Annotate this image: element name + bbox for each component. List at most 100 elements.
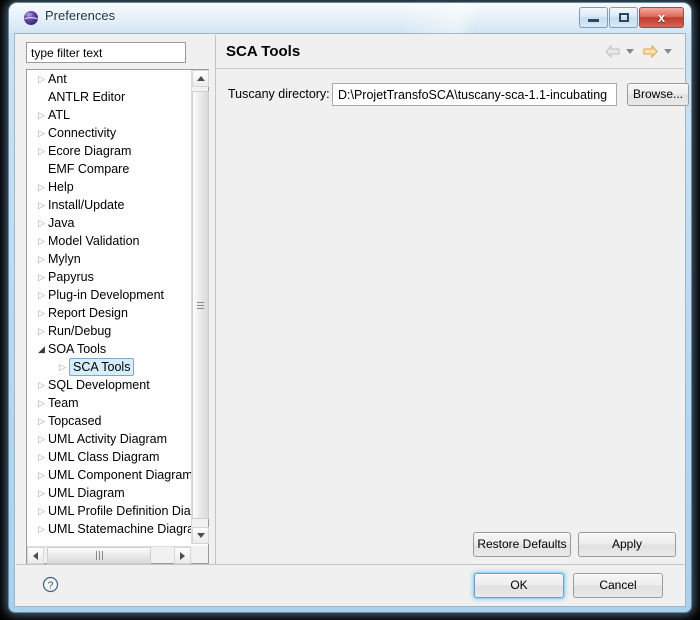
page-title: SCA Tools [226, 43, 301, 60]
tuscany-directory-label: Tuscany directory: [228, 87, 330, 101]
tree-item-label: SCA Tools [69, 358, 135, 376]
tree-item[interactable]: ▷UML Profile Definition Diagram [27, 502, 191, 520]
tree-item-label: UML Activity Diagram [48, 432, 168, 446]
tree-item[interactable]: ▷ Install/Update [27, 196, 191, 214]
close-button[interactable]: x [639, 7, 684, 28]
tuscany-directory-input[interactable] [332, 83, 617, 106]
tree-item-label: SOA Tools [48, 342, 107, 356]
forward-arrow-icon[interactable] [643, 44, 658, 59]
apply-button[interactable]: Apply [578, 532, 676, 557]
minimize-button[interactable] [579, 7, 608, 28]
chevron-right-icon[interactable]: ▷ [35, 304, 48, 322]
chevron-right-icon[interactable]: ▷ [35, 106, 48, 124]
tree-item[interactable]: ▷ Mylyn [27, 250, 191, 268]
tree-item[interactable]: ▷ SCA Tools [27, 358, 191, 376]
tree-item-label: Plug-in Development [48, 288, 165, 302]
chevron-right-icon[interactable]: ▷ [35, 484, 48, 502]
back-dropdown-caret-icon[interactable] [626, 49, 634, 54]
chevron-right-icon[interactable]: ▷ [35, 268, 48, 286]
chevron-right-icon[interactable]: ▷ [35, 466, 48, 484]
tree-item[interactable]: ANTLR Editor [27, 88, 191, 106]
chevron-right-icon[interactable]: ▷ [35, 430, 48, 448]
chevron-right-icon[interactable]: ▷ [35, 376, 48, 394]
tree-item[interactable]: ▷ Ecore Diagram [27, 142, 191, 160]
scrollbar-corner [191, 546, 208, 563]
tree-item[interactable]: ▷ Run/Debug [27, 322, 191, 340]
tree-horizontal-scrollbar[interactable] [27, 546, 191, 564]
tree-item[interactable]: ▷ Ant [27, 70, 191, 88]
scroll-left-button[interactable] [27, 547, 44, 564]
svg-text:?: ? [48, 580, 54, 591]
chevron-right-icon[interactable]: ▷ [35, 412, 48, 430]
tree-item[interactable]: ▷ Papyrus [27, 268, 191, 286]
page-header: SCA Tools [216, 35, 684, 69]
grip-icon [95, 551, 103, 560]
chevron-right-icon[interactable]: ▷ [35, 178, 48, 196]
restore-defaults-button[interactable]: Restore Defaults [473, 532, 571, 557]
dialog-client-area: ▷AntANTLR Editor▷ATL▷Connectivity▷Ecore … [14, 33, 689, 607]
tree-item-label: Team [48, 396, 79, 410]
preferences-tree-panel: ▷ Ant ANTLR Editor ▷ ATL ▷ Connectivity ▷ Ecore … [26, 69, 209, 564]
tree-item[interactable]: ▷ Plug-in Development [27, 286, 191, 304]
chevron-right-icon[interactable]: ▷ [35, 250, 48, 268]
maximize-button[interactable] [609, 7, 638, 28]
scroll-right-button[interactable] [174, 547, 191, 564]
tree-item-label: Help [48, 180, 74, 194]
tree-item[interactable]: ▷ Topcased [27, 412, 191, 430]
tree-item[interactable]: ▷ UML Activity Diagram [27, 430, 191, 448]
ok-button[interactable]: OK [474, 573, 564, 598]
back-arrow-icon[interactable] [605, 44, 620, 59]
chevron-right-icon[interactable]: ▷ [35, 394, 48, 412]
chevron-right-icon[interactable]: ▷ [56, 358, 69, 376]
chevron-right-icon[interactable]: ▷ [35, 322, 48, 340]
chevron-right-icon[interactable]: ▷ [35, 520, 48, 538]
chevron-right-icon[interactable]: ▷ [35, 232, 48, 250]
tree-item[interactable]: ▷ SQL Development [27, 376, 191, 394]
tree-item[interactable]: ▷ UML Component Diagram [27, 466, 191, 484]
tree-item[interactable]: ▷ Java [27, 214, 191, 232]
chevron-right-icon[interactable]: ▷ [35, 70, 48, 88]
scroll-up-button[interactable] [192, 70, 209, 87]
tree-item[interactable]: ▷ UML Class Diagram [27, 448, 191, 466]
cancel-button[interactable]: Cancel [573, 573, 663, 598]
tree-item[interactable]: ▷ Connectivity [27, 124, 191, 142]
tree-item[interactable]: ◢ SOA Tools [27, 340, 191, 358]
chevron-right-icon[interactable]: ▷ [35, 448, 48, 466]
vertical-scroll-thumb[interactable] [192, 91, 209, 519]
tree-item-label: Papyrus [48, 270, 94, 284]
tree-vertical-scrollbar[interactable] [191, 70, 209, 544]
chevron-right-icon[interactable]: ▷ [35, 214, 48, 232]
tree-item-label: Connectivity [48, 126, 117, 140]
tree-item[interactable]: ▷ ATL [27, 106, 191, 124]
scroll-down-button[interactable] [192, 527, 209, 544]
chevron-right-icon[interactable]: ▷ [35, 196, 48, 214]
browse-button[interactable]: Browse... [627, 83, 689, 106]
tree-item-label: UML Profile Definition Diagram [48, 504, 191, 518]
chevron-right-icon[interactable]: ▷ [35, 286, 48, 304]
page-navigation [605, 44, 676, 59]
chevron-right-icon[interactable]: ▷ [35, 502, 48, 520]
title-bar[interactable]: Preferences x [9, 3, 691, 33]
chevron-right-icon[interactable]: ▷ [35, 142, 48, 160]
tree-item[interactable]: ▷ Model Validation [27, 232, 191, 250]
preferences-tree[interactable]: ▷ Ant ANTLR Editor ▷ ATL ▷ Connectivity ▷ Ecore … [27, 70, 191, 544]
dialog-footer: ? OK Cancel [16, 564, 684, 605]
forward-dropdown-caret-icon[interactable] [664, 49, 672, 54]
tree-item[interactable]: ▷ Team [27, 394, 191, 412]
tree-item[interactable]: ▷ Help [27, 178, 191, 196]
tree-item[interactable]: EMF Compare [27, 160, 191, 178]
chevron-down-icon[interactable]: ◢ [35, 340, 48, 358]
tree-item[interactable]: ▷ UML Statemachine Diagram [27, 520, 191, 538]
window-controls: x [578, 7, 684, 28]
help-question-icon[interactable]: ? [42, 576, 59, 593]
tree-item[interactable]: ▷ UML Diagram [27, 484, 191, 502]
chevron-right-icon[interactable]: ▷ [35, 124, 48, 142]
window-title: Preferences [45, 8, 116, 23]
tree-item[interactable]: ▷ Report Design [27, 304, 191, 322]
tree-item-label: UML Statemachine Diagram [48, 522, 191, 536]
filter-input[interactable] [26, 42, 186, 63]
horizontal-scroll-thumb[interactable] [47, 547, 151, 564]
triangle-up-icon [196, 76, 205, 81]
tree-item-label: Mylyn [48, 252, 81, 266]
tree-item-label: Ant [48, 72, 67, 86]
